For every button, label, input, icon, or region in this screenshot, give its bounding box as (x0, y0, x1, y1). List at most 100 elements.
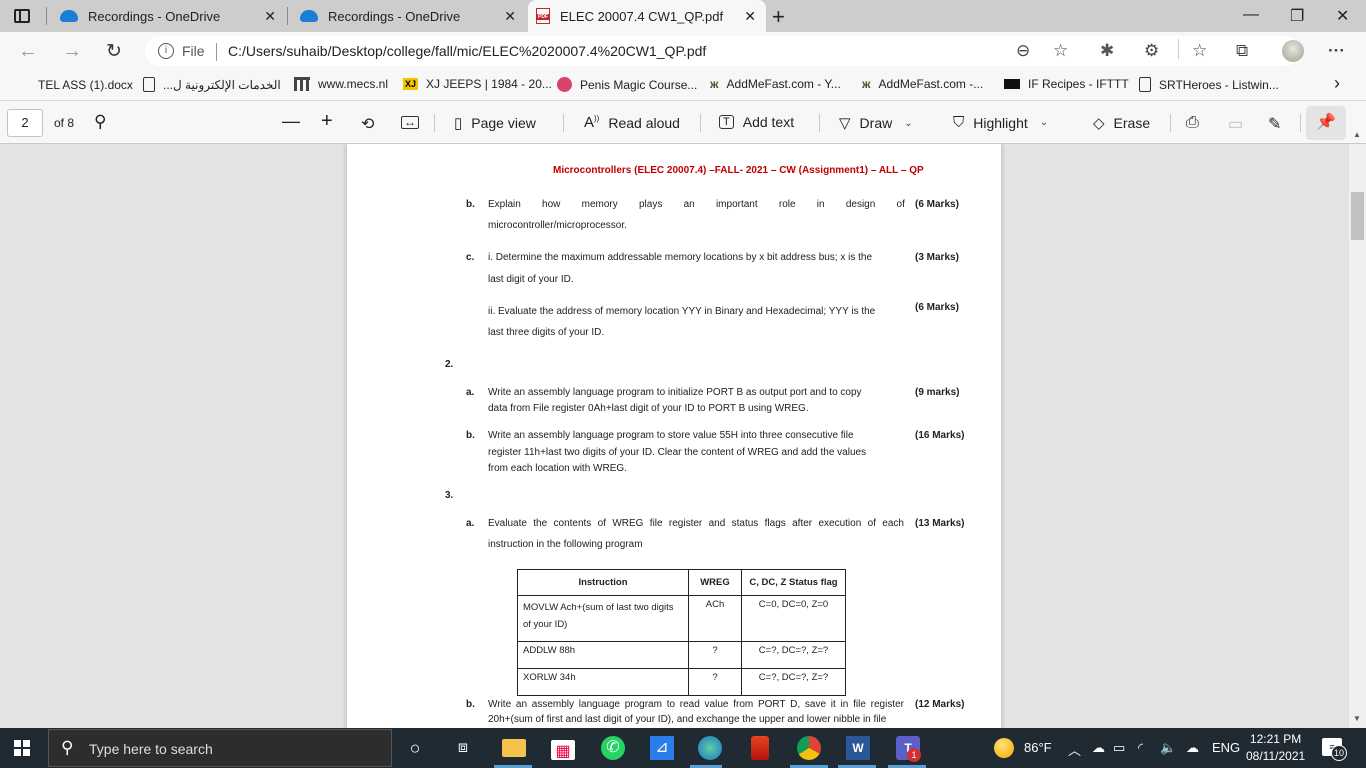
favorite-ifttt[interactable]: IF Recipes - IFTTT (1004, 77, 1129, 91)
page-count-label: of 8 (54, 116, 75, 130)
volume-icon[interactable]: 🔈 (1160, 740, 1176, 756)
add-text-button[interactable]: T Add text (719, 114, 794, 130)
favorite-xj-jeeps[interactable]: XJ XJ JEEPS | 1984 - 20... (403, 77, 552, 91)
close-tab-icon[interactable]: ✕ (504, 8, 516, 25)
back-button[interactable]: ← (18, 40, 38, 63)
new-tab-button[interactable]: + (772, 4, 785, 30)
save-as-icon[interactable]: ✎ (1268, 114, 1281, 134)
tab-recordings-onedrive-2[interactable]: Recordings - OneDrive ✕ (288, 0, 526, 32)
draw-button[interactable]: ▽ Draw ⌄ (839, 114, 913, 132)
url-text[interactable]: C:/Users/suhaib/Desktop/college/fall/mic… (228, 43, 706, 59)
favorite-arabic-services[interactable]: الخدمات الإلكترونية ل... (143, 77, 281, 92)
forward-button[interactable]: → (62, 40, 82, 63)
page-number-input[interactable]: 2 (7, 109, 43, 137)
cloud-upload-icon[interactable]: ☁ (1186, 740, 1199, 756)
wifi-icon[interactable]: ◜ (1138, 740, 1143, 756)
tab-title: Recordings - OneDrive (328, 8, 461, 24)
favorite-label: الخدمات الإلكترونية ل... (163, 77, 281, 92)
language-indicator[interactable]: ENG (1212, 740, 1240, 755)
weather-sun-icon[interactable] (994, 738, 1014, 758)
table-row: MOVLW Ach+(sum of last two digits of you… (517, 595, 846, 642)
draw-chevron-down-icon[interactable]: ⌄ (904, 118, 912, 129)
app-blue-icon[interactable]: ⊿ (650, 736, 674, 760)
profile-avatar[interactable] (1282, 40, 1304, 62)
cell-instruction: MOVLW Ach+(sum of last two digits of you… (517, 595, 689, 642)
taskbar-search-input[interactable]: ⚲ Type here to search (48, 729, 392, 767)
whatsapp-icon[interactable]: ✆ (601, 736, 625, 760)
close-tab-icon[interactable]: ✕ (744, 8, 756, 25)
more-menu-icon[interactable]: ··· (1328, 41, 1345, 61)
minimize-button[interactable]: — (1243, 6, 1259, 24)
page-view-button[interactable]: ▯ Page view (454, 114, 536, 132)
scroll-up-arrow-icon[interactable]: ▲ (1353, 130, 1361, 139)
page-view-icon: ▯ (454, 115, 463, 132)
favorite-srtheroes[interactable]: SRTHeroes - Listwin... (1139, 77, 1279, 92)
edge-browser-icon[interactable] (698, 736, 722, 760)
xj-icon: XJ (403, 78, 419, 90)
microsoft-store-icon[interactable]: ▦ (551, 740, 575, 760)
fit-to-width-icon[interactable]: ↔ (401, 116, 419, 129)
tab-recordings-onedrive-1[interactable]: Recordings - OneDrive ✕ (48, 0, 286, 32)
more-favorites-chevron-icon[interactable]: › (1334, 73, 1340, 94)
clock-time: 12:21 PM (1249, 732, 1302, 746)
word: in (816, 199, 825, 210)
add-favorite-icon[interactable]: ☆ (1053, 41, 1068, 61)
read-aloud-icon: A)) (584, 114, 600, 131)
start-windows-icon[interactable] (14, 740, 30, 756)
refresh-button[interactable]: ↻ (106, 40, 122, 63)
q3a-line1: Evaluate the contents of WREG file regis… (488, 518, 904, 529)
tab-title: Recordings - OneDrive (88, 8, 221, 24)
q3a-line2: instruction in the following program (488, 539, 643, 550)
tab-title: ELEC 20007.4 CW1_QP.pdf (560, 8, 724, 24)
rotate-icon[interactable]: ⟲ (361, 114, 374, 134)
zoom-in-button[interactable]: + (321, 110, 333, 133)
extensions-icon[interactable]: ⚙ (1144, 41, 1159, 61)
favorite-addmefast-2[interactable]: ж AddMeFast.com -... (862, 77, 983, 91)
favorite-addmefast-1[interactable]: ж AddMeFast.com - Y... (710, 77, 841, 91)
show-hidden-icons-chevron-icon[interactable]: ︿ (1068, 740, 1081, 759)
extension-puzzle-icon[interactable]: ✱ (1100, 41, 1114, 61)
q1b-marks: (6 Marks) (915, 199, 959, 210)
favorite-tel-ass[interactable]: TEL ASS (1).docx (14, 77, 133, 93)
system-clock[interactable]: 12:21 PM 08/11/2021 (1246, 731, 1305, 765)
tab-actions-icon[interactable] (14, 9, 30, 23)
vertical-scrollbar[interactable]: ▲ ▼ (1349, 130, 1366, 728)
addmefast-icon: ж (710, 77, 719, 91)
word-icon[interactable]: W (846, 736, 870, 760)
office-icon[interactable] (751, 736, 769, 760)
battery-icon[interactable]: ▭ (1113, 740, 1125, 756)
favorite-pink-course[interactable]: Penis Magic Course... (557, 77, 697, 92)
q2b-line3: from each location with WREG. (488, 463, 627, 474)
q2a-line2: data from File register 0Ah+last digit o… (488, 403, 809, 414)
word: plays (639, 199, 663, 210)
scrollbar-thumb[interactable] (1351, 192, 1364, 240)
q3b-letter: b. (466, 699, 475, 710)
highlight-button[interactable]: ⛉ Highlight ⌄ (953, 114, 1048, 131)
pin-toolbar-icon[interactable]: 📌 (1306, 106, 1346, 140)
scheme-label: File (182, 43, 205, 59)
weather-temperature[interactable]: 86°F (1024, 740, 1052, 755)
close-tab-icon[interactable]: ✕ (264, 8, 276, 25)
file-explorer-icon[interactable] (502, 739, 526, 757)
onedrive-status-icon[interactable]: ☁ (1092, 740, 1105, 756)
close-window-button[interactable]: ✕ (1336, 6, 1349, 26)
favorite-mecs[interactable]: www.mecs.nl (294, 77, 388, 91)
read-aloud-button[interactable]: A)) Read aloud (584, 114, 680, 131)
print-icon[interactable]: ⎙ (1186, 114, 1199, 132)
q3-number: 3. (445, 490, 454, 501)
zoom-out-button[interactable]: — (282, 111, 300, 132)
restore-button[interactable]: ❐ (1290, 6, 1304, 26)
find-search-icon[interactable]: ⚲ (94, 112, 106, 132)
tab-elec-pdf[interactable]: ELEC 20007.4 CW1_QP.pdf ✕ (528, 0, 766, 32)
highlight-chevron-down-icon[interactable]: ⌄ (1040, 117, 1048, 128)
erase-button[interactable]: ◇ Erase (1093, 114, 1150, 132)
q2a-line1: Write an assembly language program to in… (488, 387, 862, 398)
zoom-out-icon[interactable]: ⊖ (1016, 41, 1030, 61)
collections-icon[interactable]: ⧉ (1236, 41, 1248, 61)
scroll-down-arrow-icon[interactable]: ▼ (1353, 714, 1361, 723)
info-icon[interactable]: i (158, 43, 174, 59)
chrome-icon[interactable] (797, 736, 821, 760)
favorites-icon[interactable]: ☆ (1192, 41, 1207, 61)
cortana-circle-icon[interactable]: ○ (403, 736, 427, 760)
task-view-icon[interactable]: ⧈ (451, 736, 475, 760)
